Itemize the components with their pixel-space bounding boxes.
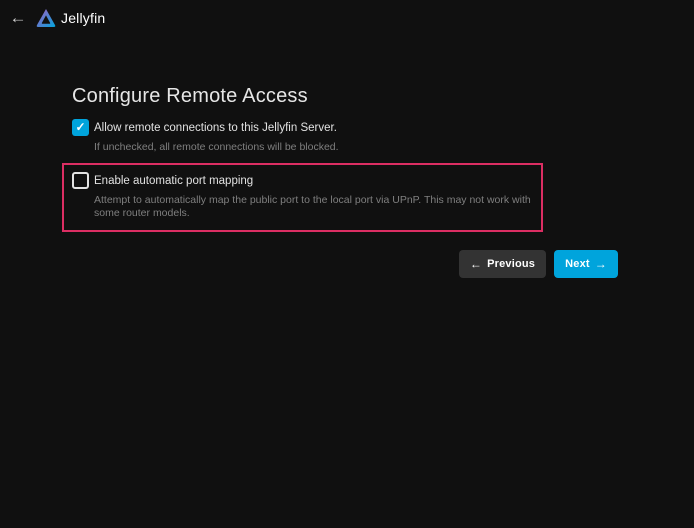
page-title: Configure Remote Access — [72, 86, 618, 107]
next-button[interactable]: Next → — [554, 250, 618, 278]
app-title: Jellyfin — [61, 10, 105, 26]
remote-connections-field: ✓ Allow remote connections to this Jelly… — [72, 119, 618, 154]
previous-button[interactable]: ← Previous — [459, 250, 546, 278]
next-arrow-icon: → — [595, 257, 607, 271]
port-mapping-field: Enable automatic port mapping Attempt to… — [72, 172, 533, 220]
wizard-content: Configure Remote Access ✓ Allow remote c… — [72, 86, 618, 278]
port-mapping-label: Enable automatic port mapping — [94, 174, 533, 188]
previous-button-label: Previous — [487, 258, 535, 270]
jellyfin-setup-screen: ← Jellyfin Configure Remote Access ✓ — [0, 0, 694, 528]
jellyfin-logo-icon — [35, 7, 57, 29]
wizard-nav-buttons: ← Previous Next → — [72, 250, 618, 278]
back-arrow-icon: ← — [10, 8, 27, 27]
remote-connections-label: Allow remote connections to this Jellyfi… — [94, 121, 339, 135]
next-button-label: Next — [565, 258, 590, 270]
checkmark-icon: ✓ — [75, 119, 85, 136]
remote-connections-description: If unchecked, all remote connections wil… — [94, 141, 339, 154]
port-mapping-checkbox[interactable] — [72, 172, 89, 189]
remote-connections-text: Allow remote connections to this Jellyfi… — [94, 119, 339, 154]
port-mapping-description: Attempt to automatically map the public … — [94, 194, 533, 220]
previous-arrow-icon: ← — [470, 257, 482, 271]
highlight-box: Enable automatic port mapping Attempt to… — [62, 163, 543, 232]
back-button[interactable]: ← — [6, 6, 30, 30]
remote-connections-checkbox[interactable]: ✓ — [72, 119, 89, 136]
port-mapping-text: Enable automatic port mapping Attempt to… — [94, 172, 533, 220]
top-bar: ← Jellyfin — [0, 0, 694, 36]
